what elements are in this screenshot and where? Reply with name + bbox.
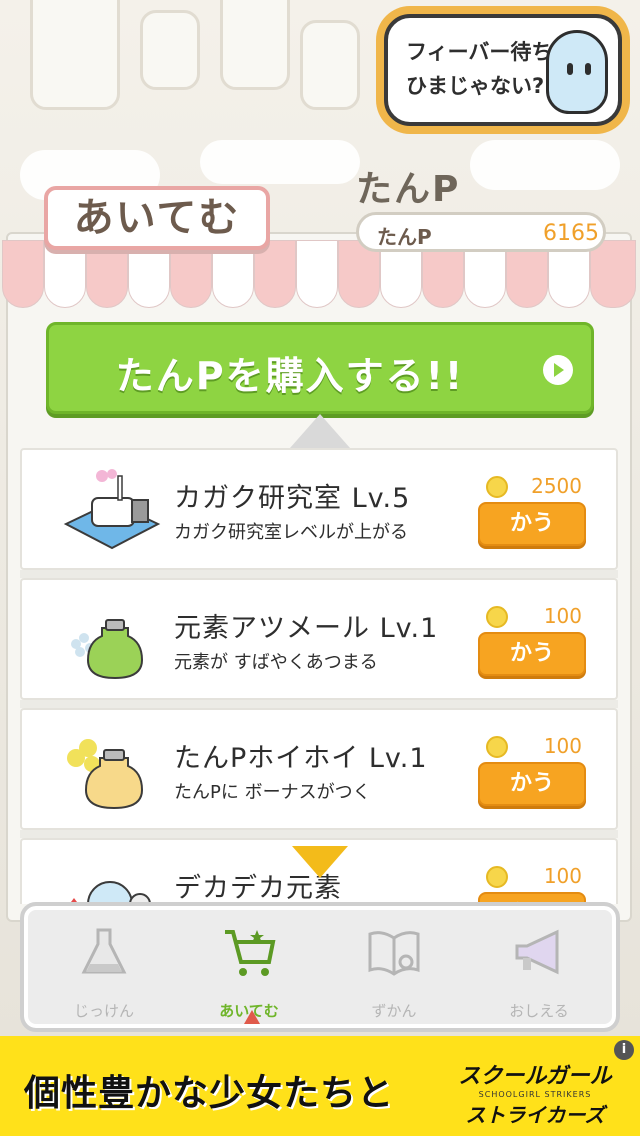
play-arrow-icon <box>543 355 573 385</box>
item-price: 100 <box>543 734 582 758</box>
shop-title: あいてむ <box>44 186 270 250</box>
points-display: たんP 6165 <box>356 212 606 252</box>
coin-icon <box>486 606 508 628</box>
fever-text-line1: フィーバー待ち <box>406 40 553 64</box>
item-price: 100 <box>543 604 582 628</box>
ad-banner[interactable]: 個性豊かな少女たちと スクールガール SCHOOLGIRL STRIKERS ス… <box>0 1036 640 1136</box>
cart-icon <box>225 930 276 976</box>
ad-logo-line3: ストライカーズ <box>465 1103 605 1127</box>
item-name: カガク研究室 Lv.5 <box>174 483 411 514</box>
coin-icon <box>486 476 508 498</box>
megaphone-icon <box>515 929 559 975</box>
item-description: たんPに ボーナスがつく <box>174 782 371 803</box>
item-name: たんPホイホイ Lv.1 <box>174 743 428 774</box>
ad-logo: スクールガール SCHOOLGIRL STRIKERS ストライカーズ <box>440 1058 630 1127</box>
tab-experiment[interactable]: じっけん <box>34 916 174 1026</box>
shelf-divider <box>20 830 618 838</box>
element-jar-icon <box>71 619 144 680</box>
buy-button[interactable]: かう <box>478 632 586 676</box>
coin-icon <box>486 736 508 758</box>
item-description: カガク研究室レベルが上がる <box>174 522 408 543</box>
scroll-down-arrow-icon[interactable] <box>292 846 348 878</box>
item-list[interactable]: カガク研究室 Lv.5 カガク研究室レベルが上がる 2500 かう 元素アツメー… <box>20 448 618 904</box>
tab-share[interactable]: おしえる <box>469 916 609 1026</box>
info-icon[interactable]: i <box>614 1040 634 1060</box>
item-price: 100 <box>543 864 582 888</box>
tab-label: ずかん <box>371 1002 417 1020</box>
buy-button[interactable]: かう <box>478 762 586 806</box>
ad-logo-line2: SCHOOLGIRL STRIKERS <box>478 1090 592 1099</box>
tab-label: じっけん <box>73 1002 134 1020</box>
buy-points-button[interactable]: たんPを購入する!! <box>46 322 594 414</box>
shelf-divider <box>20 700 618 708</box>
book-icon <box>368 931 420 976</box>
ghost-mascot-icon <box>546 30 608 114</box>
item-name: 元素アツメール Lv.1 <box>174 613 439 644</box>
buy-button[interactable]: かう <box>478 502 586 546</box>
background-title: たんP <box>356 169 461 210</box>
fever-text-line2: ひまじゃない? <box>406 74 545 98</box>
item-price: 2500 <box>531 474 582 498</box>
shelf-divider <box>20 570 618 578</box>
list-item: 元素アツメール Lv.1 元素が すばやくあつまる 100 かう <box>20 578 618 700</box>
coin-icon <box>486 866 508 888</box>
item-description: 元素が すばやくあつまる <box>174 652 378 673</box>
bonus-jar-icon <box>67 739 144 810</box>
tab-encyclopedia[interactable]: ずかん <box>324 916 464 1026</box>
tab-label: おしえる <box>509 1002 569 1020</box>
flask-icon <box>81 928 127 974</box>
active-tab-pointer-icon <box>244 1010 260 1024</box>
ad-logo-line1: スクールガール <box>458 1064 612 1089</box>
scroll-up-arrow-icon[interactable] <box>290 414 350 448</box>
buy-points-label: たんPを購入する!! <box>115 354 465 398</box>
points-label: たんP <box>377 225 432 249</box>
list-item: カガク研究室 Lv.5 カガク研究室レベルが上がる 2500 かう <box>20 448 618 570</box>
list-item: たんPホイホイ Lv.1 たんPに ボーナスがつく 100 かう <box>20 708 618 830</box>
fever-bubble[interactable]: フィーバー待ち ひまじゃない? <box>384 14 622 126</box>
lab-building-icon <box>63 469 161 550</box>
bottom-nav: じっけん あいてむ ずかん おしえる <box>20 902 620 1032</box>
big-element-icon <box>69 881 151 904</box>
ad-text: 個性豊かな少女たちと <box>24 1073 395 1114</box>
points-value: 6165 <box>543 221 599 246</box>
